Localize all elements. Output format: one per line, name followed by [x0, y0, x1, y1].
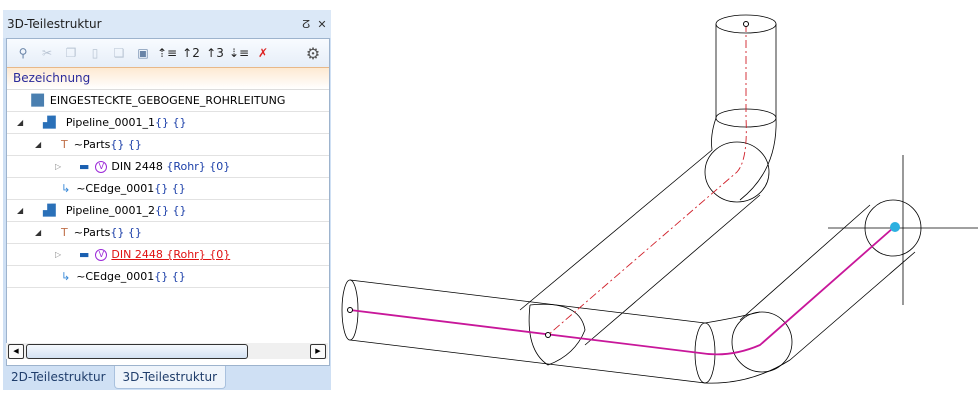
crosshair-cursor [828, 155, 978, 305]
endpoint-marker [743, 21, 749, 27]
bend-section-right [731, 311, 793, 373]
endpoint-marker [347, 307, 353, 313]
pipe-wireframe [341, 14, 922, 384]
pipe-route-path [349, 227, 894, 356]
snap-point-icon [890, 222, 900, 232]
3d-viewport[interactable] [0, 0, 980, 400]
endpoint-marker [545, 332, 551, 338]
axis-centerline [547, 24, 747, 336]
